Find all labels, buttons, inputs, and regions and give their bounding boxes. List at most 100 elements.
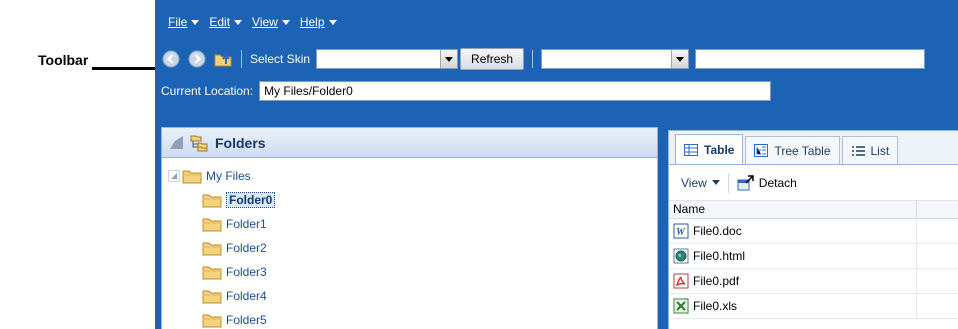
detach-icon — [737, 174, 754, 190]
menu-bar: File Edit View Help — [155, 11, 337, 33]
html-icon — [673, 248, 689, 264]
tree-item-label: Folder4 — [226, 289, 267, 303]
word-icon: W — [673, 223, 689, 239]
table-row[interactable]: File0.xls — [669, 293, 958, 319]
view-menu-button[interactable]: View — [681, 176, 720, 190]
file-cell: File0.pdf — [669, 268, 917, 294]
menu-help[interactable]: Help — [300, 11, 337, 33]
collapse-icon[interactable] — [170, 136, 183, 149]
folder-icon — [202, 290, 222, 304]
chevron-down-icon — [281, 19, 290, 25]
file-cell: File0.xls — [669, 293, 917, 319]
forward-arrow-icon — [188, 50, 206, 68]
chevron-down-icon — [711, 180, 720, 185]
toolbar-separator — [727, 172, 729, 193]
tab-table-label: Table — [704, 142, 735, 157]
folder-icon — [202, 218, 222, 232]
toolbar: Select Skin Refresh — [155, 46, 958, 72]
tree-item-folder2[interactable]: Folder2 — [168, 236, 657, 260]
tree-item-label: Folder2 — [226, 241, 267, 255]
tree-item-label: Folder5 — [226, 313, 267, 327]
forward-button[interactable] — [187, 49, 207, 69]
menu-view-label: View — [252, 15, 278, 29]
folder-icon — [202, 266, 222, 280]
file-cell: W File0.doc — [669, 218, 917, 244]
menu-edit-label: Edit — [209, 15, 231, 29]
back-arrow-icon — [162, 50, 180, 68]
file-cell: File0.html — [669, 243, 917, 269]
menu-file-label: File — [168, 15, 188, 29]
file-name: File0.pdf — [693, 274, 740, 288]
skin-select[interactable] — [316, 49, 459, 69]
folder-icon — [202, 194, 222, 208]
table-icon — [684, 143, 698, 156]
content-panel: Table Tree Table List View Detach Name W… — [668, 130, 958, 329]
toolbar-callout-line — [92, 67, 158, 70]
list-icon — [851, 145, 865, 156]
menu-edit[interactable]: Edit — [209, 11, 243, 33]
tree-root-label: My Files — [206, 169, 251, 183]
folder-up-icon — [214, 54, 232, 67]
tree-item-folder4[interactable]: Folder4 — [168, 284, 657, 308]
folders-panel-title: Folders — [215, 134, 266, 151]
folders-panel: Folders My Files Folder0 Folder1 Folder2 — [161, 127, 658, 329]
secondary-select[interactable] — [541, 49, 690, 69]
back-button[interactable] — [161, 49, 181, 69]
svg-text:W: W — [676, 227, 686, 238]
tree-item-folder5[interactable]: Folder5 — [168, 308, 657, 329]
toolbar-callout-label: Toolbar — [38, 52, 89, 68]
location-input[interactable]: My Files/Folder0 — [259, 81, 772, 101]
tree-item-folder0[interactable]: Folder0 — [168, 188, 657, 212]
tree-table-icon — [754, 144, 769, 157]
pdf-icon — [673, 273, 689, 289]
file-name: File0.xls — [693, 299, 738, 313]
folder-tree: My Files Folder0 Folder1 Folder2 Folder3… — [162, 158, 657, 329]
tab-tree-table[interactable]: Tree Table — [745, 136, 840, 164]
tab-list[interactable]: List — [841, 136, 899, 164]
dropdown-arrow-icon[interactable] — [440, 50, 458, 68]
tree-root-my-files[interactable]: My Files — [168, 164, 657, 188]
view-menu-label: View — [681, 175, 707, 190]
tree-item-label: Folder0 — [226, 192, 276, 208]
menu-view[interactable]: View — [252, 11, 290, 33]
refresh-button[interactable]: Refresh — [460, 48, 525, 70]
table-header: Name — [669, 201, 958, 219]
secondary-input[interactable] — [695, 49, 926, 69]
view-tabs: Table Tree Table List — [669, 131, 958, 165]
folder-tree-icon — [190, 135, 208, 151]
tab-tree-table-label: Tree Table — [774, 143, 831, 158]
tree-item-folder1[interactable]: Folder1 — [168, 212, 657, 236]
folder-icon — [182, 170, 202, 184]
column-header-name[interactable]: Name — [669, 201, 917, 218]
menu-help-label: Help — [299, 15, 325, 29]
chevron-down-icon — [328, 19, 337, 25]
table-toolbar: View Detach — [669, 165, 958, 201]
folder-icon — [202, 242, 222, 256]
expand-toggle-icon[interactable] — [168, 170, 180, 182]
tab-table[interactable]: Table — [675, 134, 744, 164]
file-explorer-app: File Edit View Help Select Skin Refresh … — [155, 0, 958, 329]
file-name: File0.html — [693, 249, 746, 263]
chevron-down-icon — [234, 19, 243, 25]
tree-item-folder3[interactable]: Folder3 — [168, 260, 657, 284]
tab-list-label: List — [870, 143, 890, 158]
menu-file[interactable]: File — [168, 11, 200, 33]
folder-icon — [202, 314, 222, 328]
toolbar-separator — [241, 50, 242, 68]
file-name: File0.doc — [693, 224, 742, 238]
excel-icon — [673, 298, 689, 314]
up-folder-button[interactable] — [213, 49, 233, 69]
dropdown-arrow-icon[interactable] — [671, 50, 689, 68]
table-row[interactable]: File0.pdf — [669, 268, 958, 294]
location-bar: Current Location: My Files/Folder0 — [155, 80, 958, 102]
detach-label: Detach — [758, 175, 797, 190]
tree-item-label: Folder3 — [226, 265, 267, 279]
folders-panel-header[interactable]: Folders — [162, 128, 657, 158]
detach-button[interactable]: Detach — [737, 174, 797, 191]
tree-item-label: Folder1 — [226, 217, 267, 231]
toolbar-separator — [532, 50, 534, 68]
select-skin-label: Select Skin — [250, 52, 311, 66]
table-row[interactable]: File0.html — [669, 243, 958, 269]
location-label: Current Location: — [161, 84, 254, 98]
table-row[interactable]: W File0.doc — [669, 218, 958, 244]
